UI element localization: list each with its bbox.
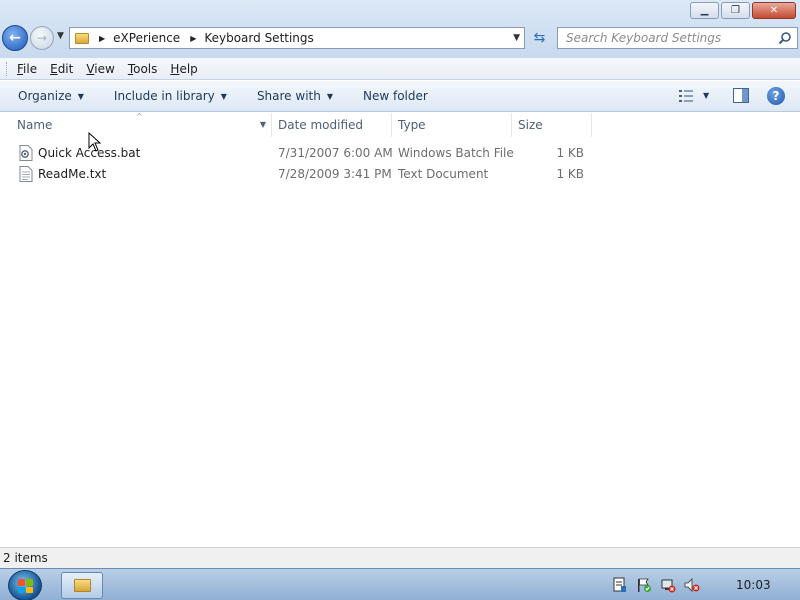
back-button[interactable]: ← [2, 25, 28, 51]
menu-grip [6, 61, 9, 76]
forward-arrow-icon: → [36, 31, 48, 45]
menu-tools[interactable]: Tools [128, 62, 158, 76]
view-options-dropdown-icon[interactable]: ▼ [703, 91, 709, 100]
share-with-label: Share with [256, 89, 321, 103]
notes-icon[interactable] [612, 577, 628, 593]
file-date: 7/28/2009 3:41 PM [278, 167, 392, 181]
include-in-library-button[interactable]: Include in library ▼ [114, 89, 227, 103]
folder-icon [75, 32, 89, 44]
network-disconnected-icon[interactable] [660, 577, 676, 593]
taskbar: 10:03 [0, 568, 800, 600]
breadcrumb-chevron-icon[interactable]: ▶ [190, 34, 196, 43]
windows-logo-icon [18, 579, 33, 593]
menu-file[interactable]: File [17, 62, 37, 76]
text-file-icon [19, 166, 33, 182]
column-type-label: Type [398, 118, 426, 132]
search-icon[interactable] [778, 31, 792, 45]
column-filter-dropdown-icon[interactable]: ▼ [260, 120, 266, 129]
start-button[interactable] [8, 570, 42, 600]
column-size[interactable]: Size [513, 113, 592, 137]
action-center-flag-icon[interactable] [636, 577, 652, 593]
search-input[interactable] [566, 31, 771, 45]
file-size: 1 KB [556, 167, 584, 181]
window-titlebar: ▁ ❐ ✕ ← → ▼ ▶ eXPerience ▶ Keyboard Sett… [0, 0, 800, 58]
include-in-library-label: Include in library [113, 89, 215, 103]
organize-button[interactable]: Organize ▼ [18, 89, 84, 103]
file-row[interactable]: ReadMe.txt 7/28/2009 3:41 PM Text Docume… [0, 164, 600, 184]
chevron-down-icon: ▼ [220, 91, 227, 101]
file-size: 1 KB [556, 146, 584, 160]
item-count: 2 items [3, 551, 48, 565]
folder-icon [73, 579, 91, 592]
volume-muted-icon[interactable] [684, 577, 700, 593]
change-view-icon[interactable] [678, 89, 694, 103]
close-button[interactable]: ✕ [752, 2, 796, 19]
search-box[interactable] [557, 27, 798, 49]
file-date: 7/31/2007 6:00 AM [278, 146, 393, 160]
caption-buttons: ▁ ❐ ✕ [690, 2, 796, 19]
column-name-label: Name [17, 118, 53, 132]
system-tray [612, 569, 700, 600]
new-folder-label: New folder [363, 89, 428, 103]
column-name[interactable]: Name ▼ [12, 113, 272, 137]
share-with-button[interactable]: Share with ▼ [257, 89, 333, 103]
forward-button[interactable]: → [30, 26, 54, 50]
address-bar[interactable]: ▶ eXPerience ▶ Keyboard Settings ▼ [69, 27, 525, 49]
column-header: ^ Name ▼ Date modified Type Size [0, 112, 800, 137]
menu-help[interactable]: Help [170, 62, 197, 76]
mouse-pointer-icon [88, 132, 102, 152]
help-icon[interactable]: ? [767, 87, 785, 105]
taskbar-explorer-button[interactable] [61, 572, 103, 599]
menu-edit[interactable]: Edit [50, 62, 73, 76]
chevron-down-icon: ▼ [326, 91, 333, 101]
file-type: Windows Batch File [398, 146, 514, 160]
refresh-button[interactable]: ⇆ [528, 27, 551, 49]
menu-bar: File Edit View Tools Help [0, 58, 800, 80]
address-dropdown-icon[interactable]: ▼ [513, 33, 520, 43]
column-type[interactable]: Type [393, 113, 512, 137]
minimize-button[interactable]: ▁ [690, 2, 719, 19]
organize-label: Organize [18, 89, 72, 103]
new-folder-button[interactable]: New folder [363, 89, 428, 103]
back-arrow-icon: ← [9, 30, 21, 46]
refresh-icon: ⇆ [533, 30, 546, 46]
file-name: ReadMe.txt [38, 167, 107, 181]
menu-view[interactable]: View [86, 62, 114, 76]
chevron-down-icon: ▼ [77, 91, 84, 101]
file-type: Text Document [398, 167, 489, 181]
breadcrumb-keyboard-settings[interactable]: Keyboard Settings [204, 31, 313, 45]
column-date-modified[interactable]: Date modified [273, 113, 392, 137]
recent-pages-dropdown-icon[interactable]: ▼ [57, 31, 64, 41]
column-size-label: Size [518, 118, 543, 132]
batch-file-icon [19, 145, 33, 161]
status-bar: 2 items [0, 547, 800, 568]
maximize-button[interactable]: ❐ [721, 2, 750, 19]
breadcrumb-chevron-icon[interactable]: ▶ [99, 34, 105, 43]
breadcrumb-experience[interactable]: eXPerience [113, 31, 180, 45]
taskbar-clock[interactable]: 10:03 [736, 578, 771, 592]
preview-pane-icon[interactable] [733, 88, 749, 103]
column-date-label: Date modified [278, 118, 364, 132]
